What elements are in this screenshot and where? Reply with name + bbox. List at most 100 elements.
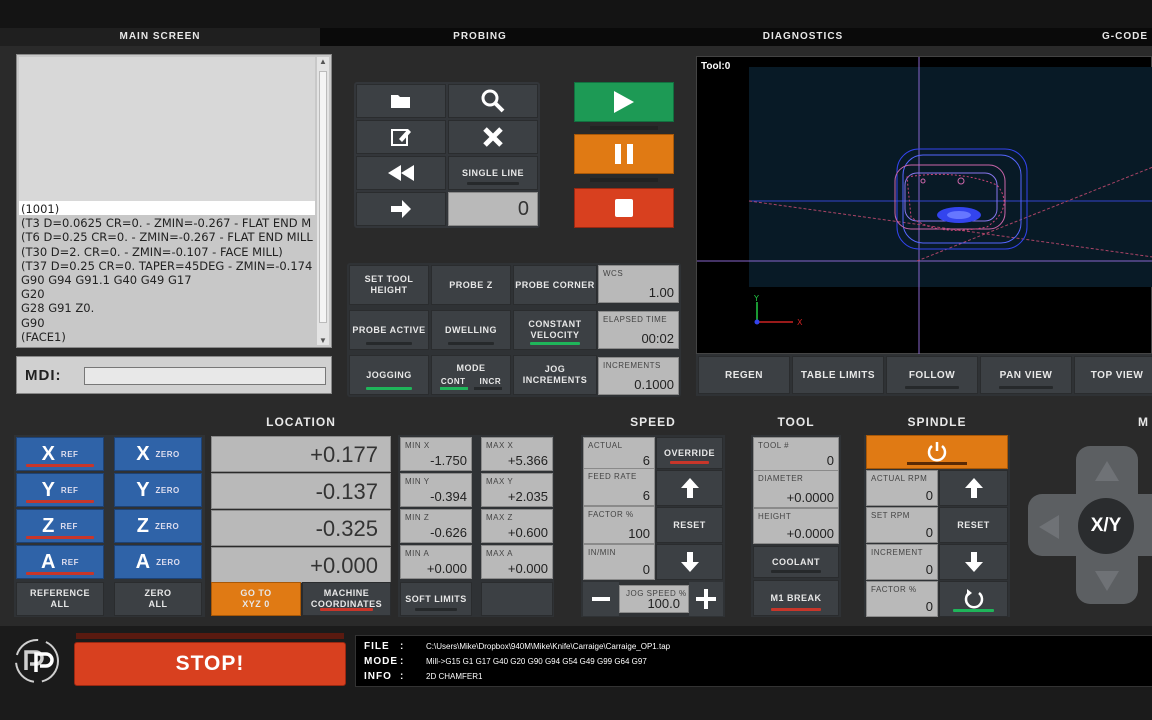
in-min-box: IN/MIN 0 xyxy=(583,544,655,580)
spindle-direction-button[interactable] xyxy=(939,581,1008,617)
mode-cont-label: CONT xyxy=(440,377,466,386)
min-y-box: MIN Y -0.394 xyxy=(400,473,472,507)
zero-z-button[interactable]: Z ZERO xyxy=(114,509,202,543)
cycle-start-button[interactable] xyxy=(574,82,674,122)
toolpath-viewer[interactable]: Tool:0 Y X xyxy=(696,56,1152,355)
elapsed-time-box: ELAPSED TIME 00:02 xyxy=(598,311,679,349)
jog-xy-toggle[interactable]: X/Y xyxy=(1078,498,1134,554)
zero-x-button[interactable]: X ZERO xyxy=(114,437,202,471)
tool-number-box: TOOL #0 xyxy=(753,437,839,471)
gcode-scrollbar[interactable]: ▲ ▼ xyxy=(317,57,329,345)
spindle-factor-box: FACTOR % 0 xyxy=(866,581,938,617)
soft-limits-button[interactable]: SOFT LIMITS xyxy=(400,582,472,616)
ref-a-button[interactable]: A REF xyxy=(16,545,104,579)
a-position[interactable]: +0.000 xyxy=(211,547,391,583)
tab-diagnostics[interactable]: DIAGNOSTICS xyxy=(640,28,966,46)
svg-text:Y: Y xyxy=(753,294,759,303)
feed-up-button[interactable] xyxy=(656,470,723,506)
jog-x-minus-button[interactable] xyxy=(1038,514,1060,540)
ref-y-button[interactable]: Y REF xyxy=(16,473,104,507)
constant-velocity-button[interactable]: CONSTANT VELOCITY xyxy=(513,310,597,350)
jog-increments-button[interactable]: JOG INCREMENTS xyxy=(513,355,597,395)
feed-hold-button[interactable] xyxy=(574,134,674,174)
rewind-button[interactable] xyxy=(356,156,446,190)
jog-y-plus-button[interactable] xyxy=(1094,460,1120,482)
jog-speed-minus-button[interactable] xyxy=(583,582,619,616)
feed-reset-button[interactable]: RESET xyxy=(656,507,723,543)
arrow-down-icon xyxy=(964,552,983,572)
gcode-line[interactable]: G90 xyxy=(21,316,315,330)
regen-button[interactable]: REGEN xyxy=(698,356,790,394)
m-title: M xyxy=(1138,415,1149,429)
follow-button[interactable]: FOLLOW xyxy=(886,356,978,394)
spindle-down-button[interactable] xyxy=(939,544,1008,580)
dwelling-button[interactable]: DWELLING xyxy=(431,310,511,350)
file-control-panel: SINGLE LINE 0 xyxy=(354,82,540,228)
table-limits-button[interactable]: TABLE LIMITS xyxy=(792,356,884,394)
viewer-button-bar: REGEN TABLE LIMITS FOLLOW PAN VIEW TOP V… xyxy=(696,354,1152,396)
coolant-button[interactable]: COOLANT xyxy=(753,546,839,578)
file-path: C:\Users\Mike\Dropbox\940M\Mike\Knife\Ca… xyxy=(426,642,671,651)
zero-a-button[interactable]: A ZERO xyxy=(114,545,202,579)
cycle-stop-button[interactable] xyxy=(574,188,674,228)
ref-x-button[interactable]: X REF xyxy=(16,437,104,471)
gcode-line[interactable]: G20 xyxy=(21,287,315,301)
jog-y-minus-button[interactable] xyxy=(1094,570,1120,592)
gcode-line[interactable]: (T37 D=0.25 CR=0. TAPER=45DEG - ZMIN=-0.… xyxy=(21,259,315,273)
zero-y-button[interactable]: Y ZERO xyxy=(114,473,202,507)
open-file-button[interactable] xyxy=(356,84,446,118)
z-position[interactable]: -0.325 xyxy=(211,510,391,546)
tab-probing[interactable]: PROBING xyxy=(320,28,640,46)
arrow-down-icon xyxy=(680,552,699,572)
rewind-icon xyxy=(388,165,414,181)
feed-rate-box: FEED RATE 6 xyxy=(583,468,655,506)
gcode-line[interactable]: G28 G91 Z0. xyxy=(21,301,315,315)
gcode-listing[interactable]: (1001) (T3 D=0.0625 CR=0. - ZMIN=-0.267 -… xyxy=(21,202,315,346)
jog-mode-button[interactable]: MODE CONT INCR xyxy=(431,355,511,395)
feed-override-button[interactable]: OVERRIDE xyxy=(656,437,723,469)
probe-corner-button[interactable]: PROBE CORNER xyxy=(513,265,597,305)
probe-active-button[interactable]: PROBE ACTIVE xyxy=(349,310,429,350)
probe-z-button[interactable]: PROBE Z xyxy=(431,265,511,305)
tab-g-code[interactable]: G-CODE xyxy=(1090,28,1152,46)
ref-z-button[interactable]: Z REF xyxy=(16,509,104,543)
speed-factor-box: FACTOR % 100 xyxy=(583,506,655,544)
gcode-line[interactable]: (1001) xyxy=(21,202,315,216)
top-view-button[interactable]: TOP VIEW xyxy=(1074,356,1152,394)
zero-all-button[interactable]: ZERO ALL xyxy=(114,582,202,616)
line-number-field[interactable]: 0 xyxy=(448,192,538,226)
x-position[interactable]: +0.177 xyxy=(211,436,391,472)
close-file-button[interactable] xyxy=(448,120,538,154)
goto-xyz0-button[interactable]: GO TO XYZ 0 xyxy=(211,582,301,616)
gcode-line[interactable]: G90 G94 G91.1 G40 G49 G17 xyxy=(21,273,315,287)
pan-view-button[interactable]: PAN VIEW xyxy=(980,356,1072,394)
gcode-line[interactable]: (T30 D=2. CR=0. - ZMIN=-0.107 - FACE MIL… xyxy=(21,245,315,259)
feed-down-button[interactable] xyxy=(656,544,723,580)
arrow-right-icon xyxy=(391,200,411,218)
spindle-reset-button[interactable]: RESET xyxy=(939,507,1008,543)
edit-file-button[interactable] xyxy=(356,120,446,154)
set-tool-height-button[interactable]: SET TOOL HEIGHT xyxy=(349,265,429,305)
mdi-input[interactable] xyxy=(84,367,326,385)
spindle-up-button[interactable] xyxy=(939,470,1008,506)
actual-rpm-box: ACTUAL RPM 0 xyxy=(866,470,938,506)
gcode-line[interactable]: (T3 D=0.0625 CR=0. - ZMIN=-0.267 - FLAT … xyxy=(21,216,315,230)
mdi-panel: MDI: xyxy=(16,356,332,394)
find-button[interactable] xyxy=(448,84,538,118)
single-line-button[interactable]: SINGLE LINE xyxy=(448,156,538,190)
blank-button xyxy=(481,582,553,616)
gcode-line[interactable]: (T6 D=0.25 CR=0. - ZMIN=-0.267 - FLAT EN… xyxy=(21,230,315,244)
min-x-box: MIN X -1.750 xyxy=(400,437,472,471)
tab-main-screen[interactable]: MAIN SCREEN xyxy=(0,28,320,46)
run-from-line-button[interactable] xyxy=(356,192,446,226)
jogging-button[interactable]: JOGGING xyxy=(349,355,429,395)
m1-break-button[interactable]: M1 BREAK xyxy=(753,580,839,616)
gcode-line[interactable]: (FACE1) xyxy=(21,330,315,344)
y-position[interactable]: -0.137 xyxy=(211,473,391,509)
jog-speed-plus-button[interactable] xyxy=(689,582,723,616)
emergency-stop-button[interactable]: STOP! xyxy=(74,642,346,686)
machine-coordinates-button[interactable]: MACHINE COORDINATES xyxy=(302,582,391,616)
spindle-power-button[interactable] xyxy=(866,435,1008,469)
reference-all-button[interactable]: REFERENCE ALL xyxy=(16,582,104,616)
scrollbar-thumb[interactable] xyxy=(319,71,327,323)
